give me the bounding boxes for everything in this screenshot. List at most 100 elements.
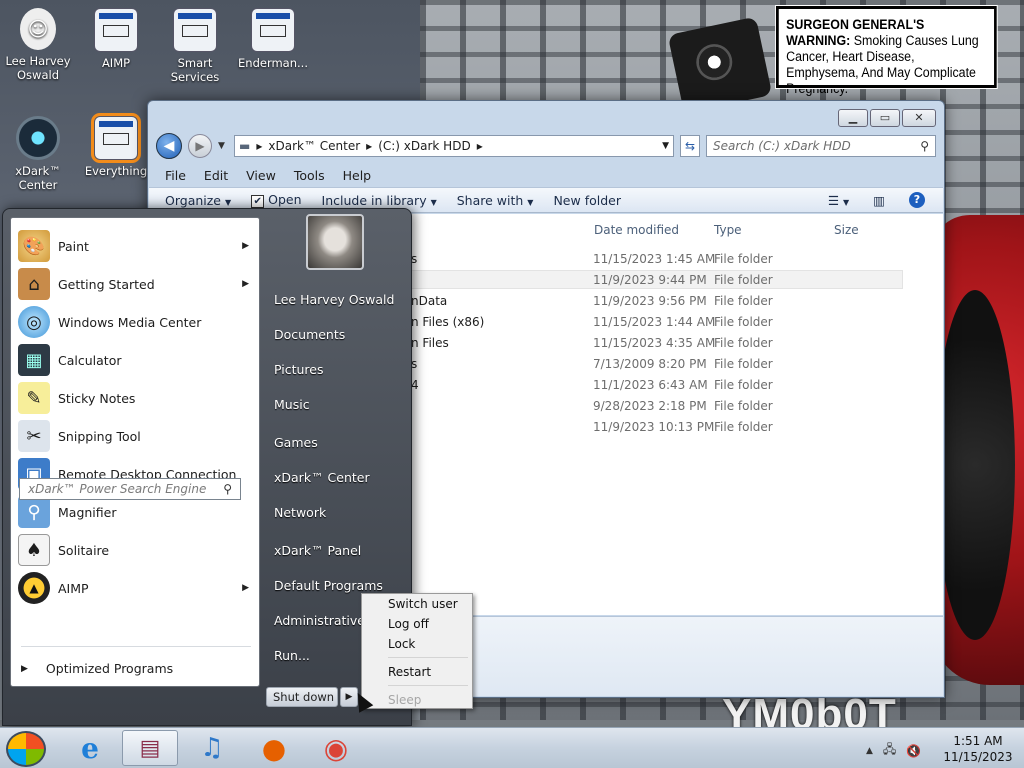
getting-started-icon: ⌂ — [18, 268, 50, 300]
start-item-calculator[interactable]: ▦ Calculator — [15, 342, 257, 378]
expand-arrow-icon: ▶ — [21, 663, 28, 674]
firefox-icon: ● — [261, 731, 287, 765]
clock-date: 11/15/2023 — [943, 750, 1013, 764]
share-with-button[interactable]: Share with ▼ — [457, 193, 534, 208]
start-item-windows-media-center[interactable]: ◎ Windows Media Center — [15, 304, 257, 340]
search-input[interactable]: Search (C:) xDark HDD ⚲ — [706, 135, 936, 157]
refresh-button[interactable]: ⇆ — [680, 135, 700, 157]
address-bar[interactable]: ▬ ▸ xDark™ Center ▸ (C:) xDark HDD ▸ ▼ — [234, 135, 674, 157]
breadcrumb-separator-icon: ▸ — [366, 139, 373, 153]
file-type: File folder — [714, 294, 773, 308]
file-date: 11/9/2023 10:13 PM — [593, 420, 715, 434]
forward-button[interactable]: ▶ — [188, 134, 212, 158]
desktop-icon-xdark-center[interactable]: xDark™ Center — [0, 116, 76, 192]
start-item-snipping-tool[interactable]: ✂ Snipping Tool — [15, 418, 257, 454]
taskbar-internet-explorer[interactable]: e — [62, 730, 118, 766]
chevron-down-icon: ▼ — [430, 197, 437, 207]
start-right-user[interactable]: Lee Harvey Oswald — [274, 292, 394, 307]
open-button[interactable]: ✔ Open — [251, 192, 302, 208]
minimize-button[interactable]: ▁ — [838, 109, 868, 127]
file-name: n Files (x86) — [411, 315, 485, 329]
volume-muted-icon[interactable]: 🔇 — [906, 744, 921, 758]
start-right-pictures[interactable]: Pictures — [274, 362, 324, 377]
start-right-default-programs[interactable]: Default Programs — [274, 578, 383, 593]
address-dropdown-icon[interactable]: ▼ — [662, 141, 669, 151]
power-options-menu: Switch user Log off Lock Restart Sleep — [361, 593, 473, 709]
file-date: 11/15/2023 1:44 AM — [593, 315, 716, 329]
start-right-xdark-panel[interactable]: xDark™ Panel — [274, 543, 361, 558]
submenu-arrow-icon: ▶ — [242, 583, 249, 593]
start-item-sticky-notes[interactable]: ✎ Sticky Notes — [15, 380, 257, 416]
drive-icon: ▬ — [239, 139, 251, 153]
back-button[interactable]: ◀ — [156, 133, 182, 159]
taskbar-firefox[interactable]: ● — [246, 730, 302, 766]
file-date: 11/15/2023 1:45 AM — [593, 252, 716, 266]
breadcrumb-separator-icon: ▸ — [476, 139, 483, 153]
start-item-getting-started[interactable]: ⌂ Getting Started ▶ — [15, 266, 257, 302]
start-item-solitaire[interactable]: ♠ Solitaire — [15, 532, 257, 568]
breadcrumb-xdark-center[interactable]: xDark™ Center — [268, 139, 360, 153]
close-button[interactable]: ✕ — [902, 109, 936, 127]
start-right-xdark-center[interactable]: xDark™ Center — [274, 470, 370, 485]
file-type: File folder — [714, 378, 773, 392]
start-button[interactable] — [6, 731, 46, 767]
file-type: File folder — [714, 273, 773, 287]
maximize-button[interactable]: ▭ — [870, 109, 900, 127]
chevron-down-icon: ▼ — [527, 197, 534, 207]
show-hidden-icons-icon[interactable]: ▲ — [866, 746, 873, 756]
system-tray: ▲ 🖧 🔇 — [866, 740, 921, 761]
recent-pages-dropdown[interactable]: ▼ — [218, 141, 228, 151]
file-date: 7/13/2009 8:20 PM — [593, 357, 707, 371]
start-right-documents[interactable]: Documents — [274, 327, 345, 342]
column-header-date[interactable]: Date modified — [594, 223, 679, 237]
clock-time: 1:51 AM — [953, 734, 1003, 748]
desktop-icon-lee-harvey-oswald[interactable]: ☺ Lee Harvey Oswald — [0, 8, 76, 82]
breadcrumb-drive[interactable]: (C:) xDark HDD — [378, 139, 471, 153]
start-item-paint[interactable]: 🎨 Paint ▶ — [15, 228, 257, 264]
file-name: 4 — [411, 378, 419, 392]
preview-pane-button[interactable]: ▥ — [873, 193, 885, 208]
desktop-icon-everything[interactable]: Everything — [78, 116, 154, 178]
start-right-network[interactable]: Network — [274, 505, 326, 520]
menu-edit[interactable]: Edit — [195, 165, 237, 186]
preview-pane-icon: ▥ — [873, 192, 885, 208]
menu-item-restart[interactable]: Restart — [388, 665, 431, 679]
desktop-icon-enderman[interactable]: Enderman... — [235, 8, 311, 70]
start-right-games[interactable]: Games — [274, 435, 318, 450]
help-icon[interactable]: ? — [909, 192, 925, 208]
search-icon: ⚲ — [223, 482, 232, 496]
include-in-library-button[interactable]: Include in library ▼ — [322, 193, 437, 208]
menu-file[interactable]: File — [156, 165, 195, 186]
menu-item-lock[interactable]: Lock — [388, 637, 415, 651]
start-search-input[interactable]: xDark™ Power Search Engine ⚲ — [19, 478, 241, 500]
organize-button[interactable]: Organize ▼ — [165, 193, 231, 208]
taskbar-music-player[interactable]: ♫ — [184, 730, 240, 766]
start-right-music[interactable]: Music — [274, 397, 310, 412]
start-item-aimp[interactable]: ▲ AIMP ▶ — [15, 570, 257, 606]
column-header-type[interactable]: Type — [714, 223, 742, 237]
menu-tools[interactable]: Tools — [285, 165, 334, 186]
sticky-notes-icon: ✎ — [18, 382, 50, 414]
search-icon: ⚲ — [920, 139, 929, 153]
desktop-icon-aimp[interactable]: AIMP — [78, 8, 154, 70]
shutdown-button[interactable]: Shut down — [266, 687, 338, 707]
taskbar-winrar[interactable]: ▤ — [122, 730, 178, 766]
taskbar-clock[interactable]: 1:51 AM 11/15/2023 — [938, 733, 1018, 765]
menu-view[interactable]: View — [237, 165, 285, 186]
file-date: 11/15/2023 4:35 AM — [593, 336, 716, 350]
file-type: File folder — [714, 399, 773, 413]
optimized-programs[interactable]: ▶ Optimized Programs — [21, 661, 173, 676]
desktop-icon-smart-services[interactable]: Smart Services — [157, 8, 233, 84]
menu-item-switch-user[interactable]: Switch user — [388, 597, 458, 611]
network-icon[interactable]: 🖧 — [883, 740, 896, 761]
breadcrumb-separator-icon: ▸ — [256, 139, 263, 153]
start-right-run[interactable]: Run... — [274, 648, 310, 663]
chevron-down-icon: ▼ — [218, 141, 225, 151]
taskbar-chrome[interactable]: ◉ — [308, 730, 364, 766]
column-header-size[interactable]: Size — [834, 223, 859, 237]
new-folder-button[interactable]: New folder — [553, 193, 621, 208]
user-avatar[interactable] — [306, 214, 364, 270]
menu-help[interactable]: Help — [334, 165, 381, 186]
menu-item-log-off[interactable]: Log off — [388, 617, 429, 631]
view-options-button[interactable]: ☰ ▼ — [828, 193, 849, 208]
